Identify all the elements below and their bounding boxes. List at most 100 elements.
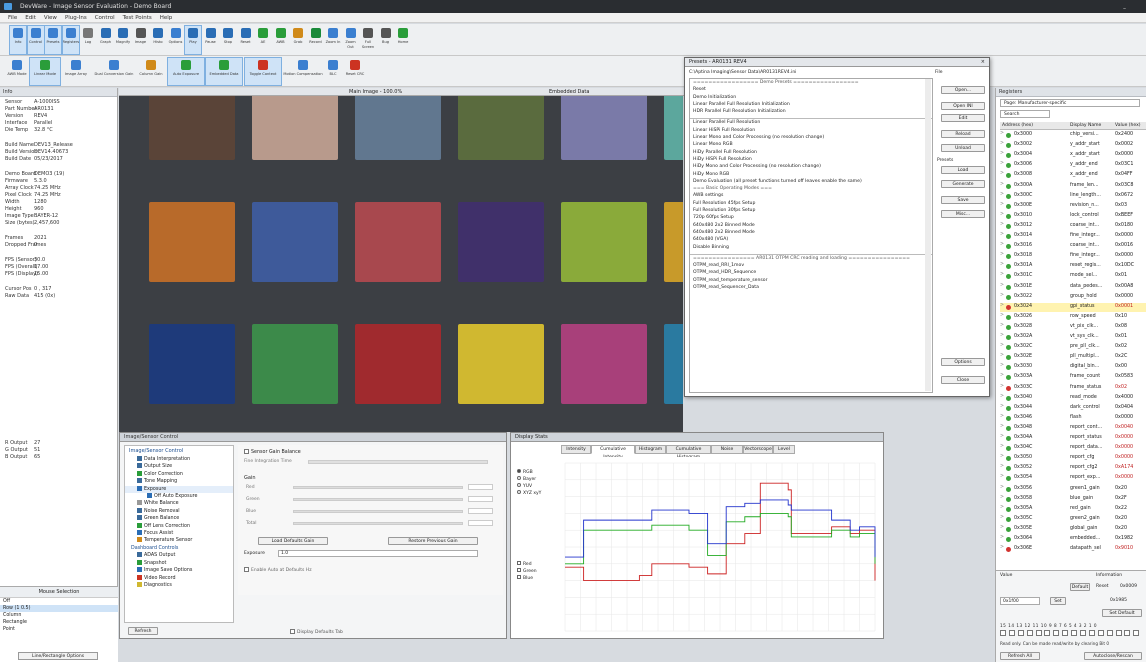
toolbar2-button[interactable]: Motion Compensation	[283, 58, 323, 85]
expand-icon[interactable]: >	[1000, 394, 1004, 399]
expand-icon[interactable]: >	[1000, 242, 1004, 247]
stats-tab[interactable]: Cumulative Histogram	[666, 445, 711, 460]
expand-icon[interactable]: >	[1000, 384, 1004, 389]
register-row[interactable]: >0x304A report_status 0x0000	[1000, 434, 1146, 443]
preset-button[interactable]: Generate	[941, 180, 985, 188]
load-defaults-button[interactable]: Load Defaults Gain	[258, 537, 328, 545]
register-row[interactable]: >0x3050 report_cfg 0x0000	[1000, 454, 1146, 463]
tree-item[interactable]: Diagnostics	[125, 581, 233, 589]
preset-item[interactable]: OTPM_read_HDR_Sequence	[690, 269, 932, 276]
preset-item[interactable]: Demo Initialization	[690, 94, 932, 101]
tree-item[interactable]: Focus Assist	[125, 530, 233, 537]
register-row[interactable]: >0x3044 dark_control 0x0404	[1000, 404, 1146, 413]
preset-item[interactable]: HDR Parallel Full Resolution Initializat…	[690, 108, 932, 115]
register-row[interactable]: >0x306E datapath_sel 0x9010	[1000, 545, 1146, 554]
preset-item[interactable]: ================ AR0131 OTPM CRC reading…	[690, 255, 932, 262]
tree-item[interactable]: Tone Mapping	[125, 478, 233, 485]
preset-button[interactable]: Save	[941, 196, 985, 204]
preset-item[interactable]: OTPM_read_RRI_1mov	[690, 262, 932, 269]
expand-icon[interactable]: >	[1000, 404, 1004, 409]
toolbar-button[interactable]: Registers	[61, 25, 80, 55]
register-row[interactable]: >0x300A frame_len... 0x03C8	[1000, 182, 1146, 191]
register-row[interactable]: >0x3064 embedded... 0x1982	[1000, 535, 1146, 544]
stats-tab[interactable]: Noise	[711, 445, 743, 454]
expand-icon[interactable]: >	[1000, 343, 1004, 348]
preset-button[interactable]: Unload	[941, 144, 985, 152]
expand-icon[interactable]: >	[1000, 515, 1004, 520]
channel-checkbox[interactable]: Green	[517, 568, 537, 575]
preset-button[interactable]: Edit	[941, 114, 985, 122]
toolbar2-button[interactable]: Reset CRC	[342, 58, 368, 85]
register-row[interactable]: >0x303A frame_count 0x0583	[1000, 373, 1146, 382]
tree-item[interactable]: Temperature Sensor	[125, 537, 233, 544]
menu-item[interactable]: Plug-Ins	[65, 15, 87, 21]
preset-item[interactable]: 640x480 2x2 Binned Mode	[690, 222, 932, 229]
register-row[interactable]: >0x305E global_gain 0x20	[1000, 525, 1146, 534]
register-row[interactable]: >0x301E data_pedes... 0x00A8	[1000, 283, 1146, 292]
expand-icon[interactable]: >	[1000, 161, 1004, 166]
expand-icon[interactable]: >	[1000, 434, 1004, 439]
register-row[interactable]: >0x3000 chip_versi... 0x2400	[1000, 131, 1146, 140]
preset-item[interactable]: HiDy HiSPi Full Resolution	[690, 156, 932, 163]
mouse-selection-option[interactable]: Row (1 0.5)	[0, 605, 118, 612]
bit-checkbox[interactable]	[1008, 630, 1015, 636]
channel-checkbox[interactable]: Blue	[517, 575, 537, 582]
preset-item[interactable]: 640x480 (VGA)	[690, 236, 932, 243]
preset-item[interactable]: Linear Mono and Color Processing (no res…	[690, 134, 932, 141]
register-row[interactable]: >0x301A reset_regis... 0x10DC	[1000, 262, 1146, 271]
channel-checkbox[interactable]: Red	[517, 561, 537, 568]
expand-icon[interactable]: >	[1000, 272, 1004, 277]
tree-item[interactable]: Exposure	[125, 485, 233, 494]
toolbar-button[interactable]: AE	[255, 26, 271, 54]
register-row[interactable]: >0x3058 blue_gain 0x2F	[1000, 495, 1146, 504]
tree-item[interactable]: Video Record	[125, 574, 233, 582]
expand-icon[interactable]: >	[1000, 444, 1004, 449]
gain-slider[interactable]	[293, 498, 463, 501]
expand-icon[interactable]: >	[1000, 505, 1004, 510]
register-row[interactable]: >0x3024 gpi_status 0x0001	[1000, 302, 1146, 312]
register-row[interactable]: >0x300C line_length... 0x0672	[1000, 192, 1146, 201]
preset-item[interactable]: OTPM_read_temperature_sensor	[690, 277, 932, 284]
register-row[interactable]: >0x301C mode_sel... 0x01	[1000, 272, 1146, 281]
restore-gain-button[interactable]: Restore Previous Gain	[388, 537, 478, 545]
gain-slider[interactable]	[293, 510, 463, 513]
expand-icon[interactable]: >	[1000, 131, 1004, 136]
register-row[interactable]: >0x3016 coarse_int... 0x0016	[1000, 242, 1146, 251]
preset-item[interactable]: Reset	[690, 86, 932, 93]
menu-item[interactable]: Edit	[25, 15, 36, 21]
bit-checkbox[interactable]	[1097, 630, 1104, 636]
tree-item[interactable]: Output Size	[125, 463, 233, 470]
bit-checkbox[interactable]	[1088, 630, 1095, 636]
preset-button[interactable]: Load	[941, 166, 985, 174]
mouse-selection-option[interactable]: Off	[0, 598, 118, 605]
bit-checkbox[interactable]	[1000, 630, 1006, 636]
toolbar-button[interactable]: Stop	[220, 26, 236, 54]
gain-value-field[interactable]	[468, 508, 493, 514]
gain-value-field[interactable]	[468, 484, 493, 490]
mouse-selection-option[interactable]: Point	[0, 626, 118, 633]
expand-icon[interactable]: >	[1000, 303, 1004, 308]
register-row[interactable]: >0x303C frame_status 0x02	[1000, 384, 1146, 393]
bit-checkbox[interactable]	[1062, 630, 1069, 636]
toolbar2-button[interactable]: Embedded Data	[205, 57, 243, 86]
register-row[interactable]: >0x302A vt_sys_clk... 0x01	[1000, 333, 1146, 342]
preset-item[interactable]: Disable Binning	[690, 244, 932, 251]
register-row[interactable]: >0x3018 fine_integr... 0x0000	[1000, 252, 1146, 261]
preset-item[interactable]: AWB settings	[690, 192, 932, 199]
toolbar2-button[interactable]: Image Array	[62, 58, 90, 85]
preset-item[interactable]: 720p 60fps Setup	[690, 214, 932, 221]
toolbar2-button[interactable]: Auto Exposure	[167, 57, 205, 86]
gain-slider[interactable]	[293, 522, 463, 525]
register-row[interactable]: >0x305C green2_gain 0x20	[1000, 515, 1146, 524]
default-button[interactable]: Default	[1070, 583, 1090, 591]
toolbar2-button[interactable]: Linear Mode	[29, 57, 61, 86]
expand-icon[interactable]: >	[1000, 454, 1004, 459]
tree-item[interactable]: ADAS Output	[125, 552, 233, 559]
refresh-button[interactable]: Refresh	[128, 627, 158, 635]
bit-checkbox[interactable]	[1133, 630, 1140, 636]
toolbar-button[interactable]: Log	[80, 26, 96, 54]
register-row[interactable]: >0x3040 read_mode 0x4000	[1000, 394, 1146, 403]
toolbar2-button[interactable]: Column Gain	[137, 58, 165, 85]
set-default-button[interactable]: Set Default	[1102, 609, 1142, 617]
tree-item[interactable]: Snapshot	[125, 559, 233, 567]
